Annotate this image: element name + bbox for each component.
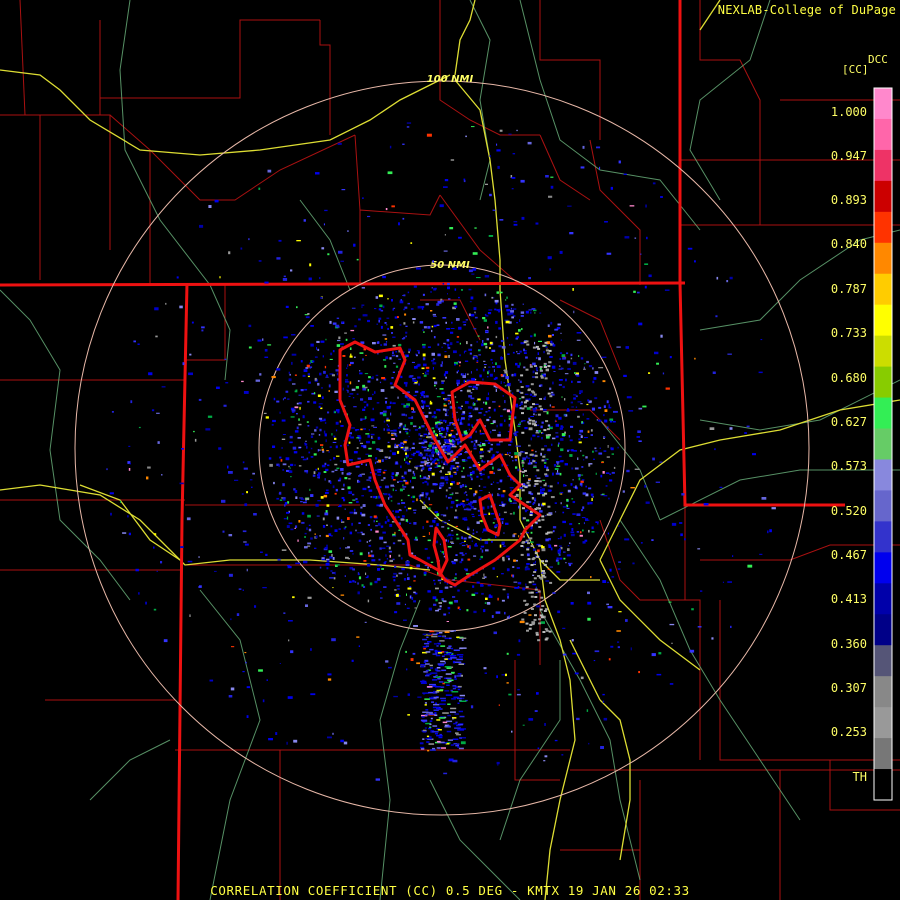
legend-swatch xyxy=(874,273,892,306)
legend-label: 0.733 xyxy=(830,326,867,340)
legend-label: 0.680 xyxy=(830,371,867,385)
legend-swatch xyxy=(874,180,892,213)
legend-swatch xyxy=(874,242,892,275)
legend-label: 0.627 xyxy=(830,415,867,429)
legend-swatch xyxy=(874,583,892,615)
legend-title: DCC xyxy=(868,53,888,66)
legend-swatch xyxy=(874,552,892,584)
legend-swatch xyxy=(874,335,892,368)
credit-text: NEXLAB-College of DuPage xyxy=(717,3,896,17)
legend-swatch xyxy=(874,118,892,151)
legend-swatch xyxy=(874,88,892,120)
legend-swatch xyxy=(874,459,892,491)
legend-swatch xyxy=(874,428,892,460)
product-caption: CORRELATION COEFFICIENT (CC) 0.5 DEG - K… xyxy=(210,883,690,898)
range-ring-50-label: 50 NMI xyxy=(430,260,470,271)
legend-label: 0.467 xyxy=(830,548,867,562)
legend-label: 0.253 xyxy=(830,725,867,739)
legend-swatch xyxy=(874,645,892,677)
legend-label: 0.360 xyxy=(830,637,867,651)
legend-swatch xyxy=(874,769,892,801)
legend-label: 0.307 xyxy=(830,681,867,695)
legend-swatch xyxy=(874,211,892,244)
legend-swatch xyxy=(874,738,892,770)
legend-colorbar xyxy=(873,87,893,801)
legend-label: 1.000 xyxy=(830,105,867,119)
legend-label: 0.947 xyxy=(830,149,867,163)
legend-swatch xyxy=(874,397,892,430)
legend-unit: [CC] xyxy=(842,63,869,76)
range-ring-100-label: 100 NMI xyxy=(427,74,474,85)
legend-label: 0.787 xyxy=(830,282,867,296)
legend-swatch xyxy=(874,521,892,553)
legend-label: 0.413 xyxy=(830,592,867,606)
legend-swatch xyxy=(874,366,892,399)
legend-label: 0.840 xyxy=(830,237,867,251)
radar-map: 100 NMI 50 NMI xyxy=(0,0,900,900)
legend-label: 0.520 xyxy=(830,504,867,518)
legend-swatch xyxy=(874,707,892,739)
legend-swatch xyxy=(874,614,892,646)
legend-label: 0.573 xyxy=(830,459,867,473)
legend-swatch xyxy=(874,304,892,337)
legend-swatch xyxy=(874,676,892,708)
legend-swatch xyxy=(874,149,892,182)
legend-label: TH xyxy=(852,770,867,784)
legend-label: 0.893 xyxy=(830,193,867,207)
legend-swatch xyxy=(874,490,892,522)
